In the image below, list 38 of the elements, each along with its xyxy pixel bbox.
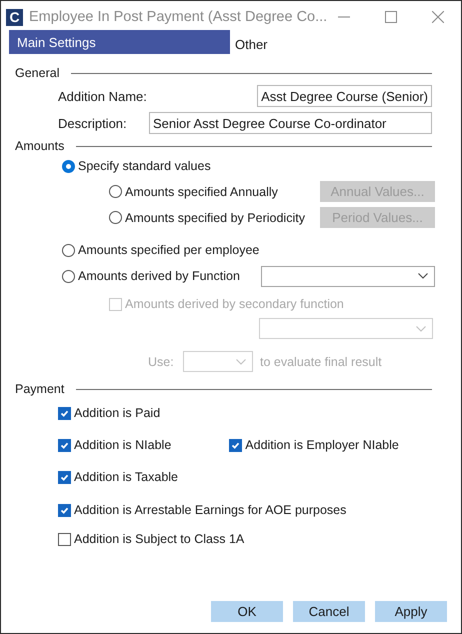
field-label: Addition Name:: [58, 88, 148, 104]
window-title: Employee In Post Payment (Asst Degree Co...: [29, 9, 328, 25]
check-icon: [60, 472, 69, 482]
checkbox[interactable]: Addition is Employer NIable: [229, 438, 399, 452]
radio-button[interactable]: Amounts specified per employee: [62, 243, 260, 257]
checkbox[interactable]: Addition is Arrestable Earnings for AOE purposes: [58, 503, 346, 517]
check-icon: [60, 506, 69, 514]
use-suffix: to evaluate final result: [260, 354, 382, 368]
radio-button[interactable]: Specify standard values: [62, 159, 211, 173]
action-button[interactable]: Apply: [375, 601, 447, 622]
checkbox[interactable]: Addition is Paid: [58, 406, 160, 420]
checkbox[interactable]: Addition is Taxable: [58, 470, 178, 484]
section-heading: Amounts: [15, 139, 64, 153]
check-icon: [60, 408, 69, 418]
tab[interactable]: Main Settings: [9, 30, 230, 54]
caret-icon: [418, 273, 428, 279]
field-label: Description:: [58, 116, 128, 130]
caret-icon: [416, 326, 426, 332]
maximize-icon[interactable]: [385, 11, 397, 23]
radio-button[interactable]: Amounts specified by Periodicity: [109, 210, 305, 224]
app-logo: C: [6, 8, 23, 26]
radio-button[interactable]: Amounts specified Annually: [109, 184, 278, 198]
text-field[interactable]: Asst Degree Course (Senior): [257, 85, 432, 107]
tab[interactable]: Other: [230, 30, 273, 54]
checkbox[interactable]: Addition is NIable: [58, 438, 172, 452]
action-button[interactable]: OK: [211, 601, 283, 622]
check-icon: [60, 440, 69, 450]
close-icon[interactable]: [432, 11, 444, 23]
section-heading: General: [15, 66, 60, 80]
text-field[interactable]: Senior Asst Degree Course Co-ordinator: [149, 112, 432, 134]
check-icon: [231, 440, 240, 450]
section-heading: Payment: [15, 382, 64, 396]
radio-button[interactable]: Amounts derived by Function: [62, 269, 240, 283]
dropdown[interactable]: [261, 266, 435, 286]
use-label: Use:: [148, 354, 175, 368]
caret-icon: [236, 358, 246, 364]
checkbox[interactable]: Addition is Subject to Class 1A: [58, 532, 244, 546]
action-button[interactable]: Cancel: [293, 601, 365, 622]
